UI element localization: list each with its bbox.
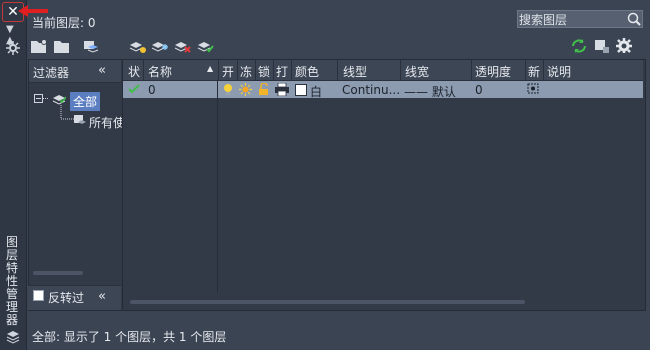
new-layer-icon[interactable] — [129, 38, 147, 54]
tree-item-all[interactable]: 全部 — [70, 92, 101, 111]
tree-item-used[interactable]: 所有使 — [89, 114, 125, 131]
col-lock[interactable]: 锁 — [258, 63, 270, 80]
invert-filter-label: 反转过 — [48, 291, 85, 305]
collapse-filters-bottom-button[interactable]: « — [98, 289, 106, 304]
grid-horizontal-scrollbar[interactable] — [130, 300, 525, 304]
layer-palette-icon — [6, 331, 20, 344]
search-placeholder: 搜索图层 — [519, 13, 568, 27]
layer-name[interactable]: 0 — [148, 83, 156, 97]
col-color[interactable]: 颜色 — [295, 63, 319, 80]
check-icon — [128, 84, 140, 94]
unlock-icon[interactable] — [258, 83, 270, 96]
layer-linetype[interactable]: Continu... — [342, 83, 400, 97]
col-new-vp-freeze[interactable]: 新 — [528, 63, 540, 80]
layer-lineweight[interactable]: —— 默认 — [404, 83, 456, 100]
col-status[interactable]: 状 — [128, 63, 140, 80]
refresh-icon[interactable] — [570, 38, 588, 54]
invert-filter-checkbox[interactable] — [33, 290, 44, 301]
col-description[interactable]: 说明 — [547, 63, 571, 80]
col-transparency[interactable]: 透明度 — [475, 63, 511, 80]
collapse-filters-button[interactable]: « — [98, 63, 106, 78]
col-name[interactable]: 名称 — [148, 63, 172, 80]
gear-icon[interactable] — [615, 37, 633, 53]
printer-icon[interactable] — [275, 83, 289, 96]
sun-thawed-icon[interactable] — [239, 83, 252, 96]
new-property-filter-icon[interactable] — [30, 38, 48, 54]
palette-title: 图层特性管理器 — [5, 235, 18, 327]
color-swatch[interactable] — [295, 84, 307, 96]
grid-column-divider — [217, 81, 218, 293]
status-bar: 全部: 显示了 1 个图层，共 1 个图层 — [32, 330, 227, 344]
filter-title: 过滤器 — [33, 66, 70, 80]
current-layer-label: 当前图层: 0 — [32, 16, 96, 30]
search-icon[interactable] — [627, 12, 641, 26]
layer-transparency[interactable]: 0 — [475, 83, 483, 97]
lightbulb-on-icon[interactable] — [222, 83, 234, 96]
used-filter-icon — [74, 115, 86, 124]
layer-states-manager-icon[interactable] — [82, 38, 100, 54]
set-current-icon[interactable] — [197, 38, 215, 54]
col-plot[interactable]: 打 — [276, 63, 288, 80]
new-vp-freeze-icon[interactable] — [527, 83, 540, 95]
all-filter-icon — [52, 95, 66, 105]
col-on[interactable]: 开 — [222, 63, 234, 80]
layer-settings-icon[interactable] — [593, 38, 611, 54]
col-linetype[interactable]: 线型 — [343, 63, 367, 80]
sort-ascending-icon: ▲ — [207, 64, 214, 73]
col-freeze[interactable]: 冻 — [240, 63, 252, 80]
delete-layer-icon[interactable] — [174, 38, 192, 54]
col-lineweight[interactable]: 线宽 — [405, 63, 429, 80]
filter-scrollbar[interactable] — [33, 271, 83, 275]
properties-icon[interactable] — [6, 41, 20, 55]
new-group-filter-icon[interactable] — [53, 38, 71, 54]
new-layer-vp-frozen-icon[interactable] — [151, 38, 169, 54]
layer-color-name[interactable]: 白 — [310, 83, 322, 100]
